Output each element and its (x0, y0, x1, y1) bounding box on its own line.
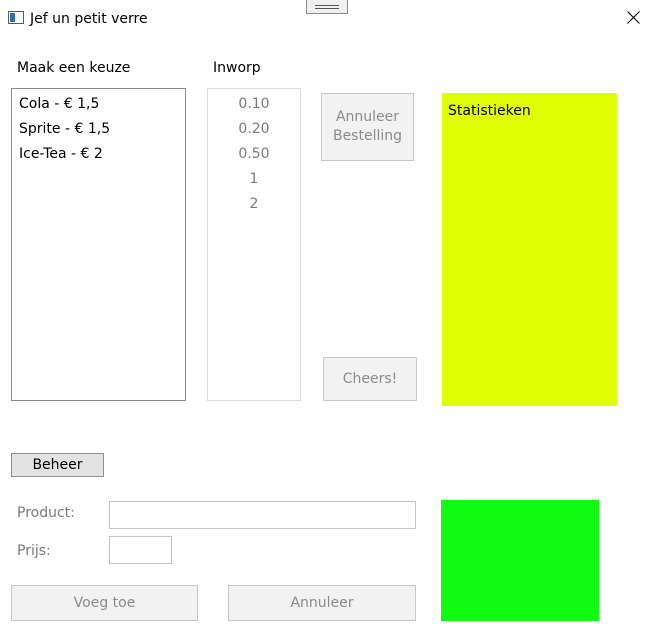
add-product-button[interactable]: Voeg toe (11, 585, 198, 621)
coin-item[interactable]: 0.20 (208, 120, 300, 138)
choose-label: Maak een keuze (17, 60, 131, 76)
price-label: Prijs: (17, 543, 51, 559)
app-window-icon (8, 11, 24, 24)
statistics-panel: Statistieken (442, 93, 617, 406)
cancel-order-label-line1: Annuleer (335, 109, 400, 125)
price-input[interactable] (109, 536, 172, 564)
statistics-title: Statistieken (448, 103, 531, 119)
coin-item[interactable]: 2 (208, 195, 300, 213)
window-title: Jef un petit verre (30, 11, 148, 27)
coin-item[interactable]: 0.10 (208, 95, 300, 113)
coin-list[interactable]: 0.10 0.20 0.50 1 2 (207, 88, 301, 401)
green-status-panel (441, 500, 599, 621)
coin-item[interactable]: 0.50 (208, 145, 300, 163)
coins-label: Inworp (213, 60, 261, 76)
cheers-button[interactable]: Cheers! (323, 357, 417, 401)
resize-grip-icon[interactable] (306, 0, 348, 14)
close-icon (627, 11, 640, 24)
cancel-order-button[interactable]: Annuleer Bestelling (321, 93, 414, 161)
cancel-order-label-line2: Bestelling (332, 128, 403, 144)
product-item-icetea[interactable]: Ice-Tea - € 2 (19, 145, 103, 163)
close-button[interactable] (618, 3, 647, 31)
product-input[interactable] (109, 501, 416, 529)
coin-item[interactable]: 1 (208, 170, 300, 188)
cancel-button[interactable]: Annuleer (228, 585, 416, 621)
main-window: Jef un petit verre Maak een keuze Inworp… (0, 0, 647, 641)
manage-button[interactable]: Beheer (11, 453, 104, 477)
product-label: Product: (17, 505, 75, 521)
product-list[interactable]: Cola - € 1,5 Sprite - € 1,5 Ice-Tea - € … (11, 88, 186, 401)
product-item-cola[interactable]: Cola - € 1,5 (19, 95, 99, 113)
product-item-sprite[interactable]: Sprite - € 1,5 (19, 120, 110, 138)
